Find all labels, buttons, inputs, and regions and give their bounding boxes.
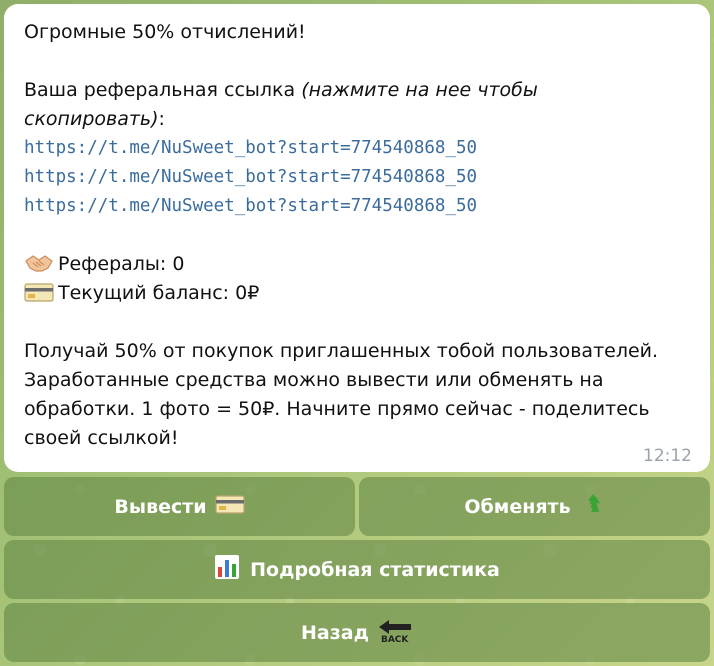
referral-label: Ваша реферальная ссылка	[24, 79, 302, 101]
back-label: Назад	[301, 621, 369, 644]
referral-label-line: Ваша реферальная ссылка (нажмите на нее …	[24, 76, 692, 105]
description-line: Получай 50% от покупок приглашенных тобо…	[24, 340, 659, 362]
description-line: обработки. 1 фото = 50₽. Начните прямо с…	[24, 398, 650, 420]
description-line: Заработанные средства можно вывести или …	[24, 369, 604, 391]
withdraw-label: Вывести	[114, 495, 207, 518]
handshake-icon	[24, 252, 54, 274]
exchange-button[interactable]: Обменять	[359, 477, 710, 536]
withdraw-button[interactable]: Вывести	[4, 477, 355, 536]
balance-value: Текущий баланс: 0₽	[58, 282, 260, 304]
message-time: 12:12	[643, 446, 692, 466]
referral-link[interactable]: https://t.me/NuSweet_bot?start=774540868…	[24, 192, 692, 221]
back-icon-text: BACK	[380, 634, 409, 645]
balance-line: Текущий баланс: 0₽	[24, 279, 692, 308]
bar-chart-icon	[214, 554, 240, 585]
message-title: Огромные 50% отчислений!	[24, 21, 306, 43]
exchange-label: Обменять	[464, 495, 571, 518]
back-button[interactable]: Назад BACK	[4, 603, 710, 662]
credit-card-icon	[214, 493, 245, 520]
credit-card-icon	[24, 281, 54, 303]
referrals-count: Рефералы: 0	[58, 253, 185, 275]
description-line: своей ссылкой!	[24, 427, 179, 449]
referral-link[interactable]: https://t.me/NuSweet_bot?start=774540868…	[24, 163, 692, 192]
recycle-icon	[581, 492, 605, 521]
message-bubble: Огромные 50% отчислений! Ваша реферальна…	[4, 4, 710, 472]
referral-link[interactable]: https://t.me/NuSweet_bot?start=774540868…	[24, 134, 692, 163]
statistics-label: Подробная статистика	[250, 558, 500, 581]
referral-note-1: (нажмите на нее чтобы	[301, 79, 538, 101]
statistics-button[interactable]: Подробная статистика	[4, 540, 710, 599]
referral-colon: :	[158, 108, 165, 130]
referral-label-line-2: скопировать):	[24, 105, 692, 134]
referral-note-2: скопировать)	[24, 108, 159, 130]
referrals-line: Рефералы: 0	[24, 250, 692, 279]
back-arrow-icon: BACK	[377, 618, 413, 648]
